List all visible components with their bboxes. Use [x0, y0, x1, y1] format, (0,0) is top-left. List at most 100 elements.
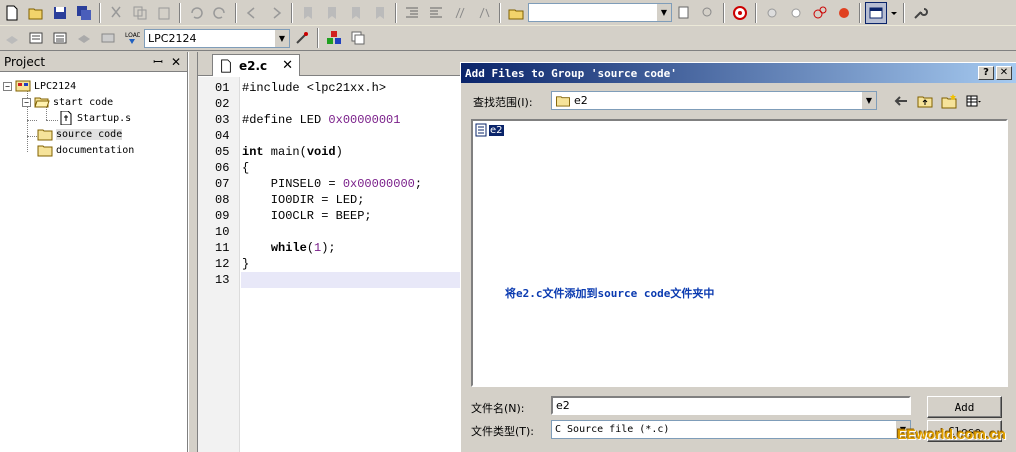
- file-extensions-icon[interactable]: [347, 27, 369, 49]
- rebuild-icon[interactable]: [49, 27, 71, 49]
- settings-wrench-icon[interactable]: [909, 2, 931, 24]
- filename-input[interactable]: e2: [551, 396, 911, 415]
- window-layout-icon[interactable]: [865, 1, 887, 24]
- tree-item-start-code[interactable]: − start code: [22, 94, 113, 110]
- folder-icon: [37, 145, 53, 157]
- tab-e2-c[interactable]: e2.c ✕: [212, 54, 300, 76]
- panel-splitter[interactable]: [188, 52, 198, 452]
- target-combo[interactable]: LPC2124 ▼: [144, 28, 290, 48]
- filetype-value: C Source file (*.c): [555, 424, 670, 435]
- breakpoint-insert-icon[interactable]: [761, 2, 783, 24]
- code-line: #define LED 0x00000001: [242, 113, 401, 127]
- nav-forward-icon[interactable]: [265, 2, 287, 24]
- editor-tabbar: e2.c ✕: [198, 52, 460, 76]
- cut-icon[interactable]: [105, 2, 127, 24]
- file-list-item[interactable]: e2: [475, 123, 504, 137]
- project-panel: Project ꟷ ✕ − LPC2124 − start code Start…: [0, 52, 188, 452]
- collapse-icon[interactable]: −: [3, 81, 12, 91]
- tree-item-label: Startup.s: [77, 112, 132, 124]
- c-file-icon: [221, 58, 231, 73]
- find-icon[interactable]: [673, 2, 695, 24]
- filetype-combo[interactable]: C Source file (*.c) ▼: [551, 420, 911, 439]
- folder-open-icon: [34, 97, 50, 108]
- toolbar-separator: [755, 2, 757, 23]
- tree-item-label: source code: [56, 128, 123, 140]
- breakpoint-enable-icon[interactable]: [785, 2, 807, 24]
- nav-back-icon[interactable]: [241, 2, 263, 24]
- code-line: #include <lpc21xx.h>: [242, 81, 387, 95]
- save-all-icon[interactable]: [73, 2, 95, 24]
- breakpoint-disable-icon[interactable]: [809, 2, 831, 24]
- line-number: 02: [215, 97, 230, 111]
- debug-start-icon[interactable]: [729, 2, 751, 24]
- open-folder-icon[interactable]: [25, 2, 47, 24]
- add-button[interactable]: Add: [927, 396, 1002, 418]
- file-list[interactable]: e2 将e2.c文件添加到source code文件夹中: [471, 119, 1008, 387]
- download-load-icon[interactable]: LOAD: [121, 27, 143, 49]
- target-options-icon[interactable]: [291, 27, 313, 49]
- chevron-down-icon[interactable]: [889, 2, 899, 24]
- find-in-files-icon[interactable]: [505, 2, 527, 24]
- toolbar-separator: [859, 2, 861, 23]
- paste-icon[interactable]: [153, 2, 175, 24]
- pin-icon[interactable]: ꟷ: [151, 53, 165, 70]
- redo-icon[interactable]: [209, 2, 231, 24]
- uncomment-icon[interactable]: [473, 2, 495, 24]
- save-icon[interactable]: [49, 2, 71, 24]
- dialog-titlebar: Add Files to Group 'source code' ? ✕: [461, 63, 1016, 83]
- undo-icon[interactable]: [185, 2, 207, 24]
- code-line-current: [241, 272, 460, 288]
- back-arrow-icon[interactable]: [890, 91, 912, 111]
- project-panel-title: Project: [4, 54, 46, 69]
- bookmark-next-icon[interactable]: [345, 2, 367, 24]
- batch-build-icon[interactable]: [73, 27, 95, 49]
- folder-icon: [37, 129, 53, 141]
- tree-line: [27, 136, 37, 137]
- new-folder-icon[interactable]: [938, 91, 960, 111]
- chevron-down-icon[interactable]: ▼: [274, 29, 289, 47]
- indent-icon[interactable]: [401, 2, 423, 24]
- tree-item-target[interactable]: − LPC2124: [3, 78, 76, 94]
- up-folder-icon[interactable]: [914, 91, 936, 111]
- bookmark-icon[interactable]: [297, 2, 319, 24]
- tree-item-documentation[interactable]: documentation: [37, 142, 134, 158]
- toolbar-separator: [317, 28, 319, 48]
- close-icon[interactable]: ✕: [169, 55, 183, 69]
- close-icon[interactable]: ✕: [282, 58, 293, 73]
- view-menu-icon[interactable]: [962, 91, 984, 111]
- build-icon[interactable]: [25, 27, 47, 49]
- new-file-icon[interactable]: [1, 2, 23, 24]
- unindent-icon[interactable]: [425, 2, 447, 24]
- stop-build-icon[interactable]: [97, 27, 119, 49]
- tree-item-startup-s[interactable]: Startup.s: [58, 110, 131, 126]
- comment-icon[interactable]: [449, 2, 471, 24]
- code-line: IO0DIR = LED;: [242, 193, 365, 207]
- code-line: }: [242, 257, 250, 271]
- line-number: 07: [215, 177, 230, 191]
- bookmark-clear-icon[interactable]: [369, 2, 391, 24]
- line-number: 03: [215, 113, 230, 127]
- collapse-icon[interactable]: −: [22, 97, 31, 107]
- find-combo[interactable]: ▼: [528, 3, 672, 22]
- target-combo-value: LPC2124: [148, 31, 197, 45]
- filename-label: 文件名(N):: [471, 402, 525, 415]
- look-in-combo[interactable]: e2 ▼: [551, 91, 877, 110]
- code-line: while(1);: [270, 241, 336, 255]
- tree-item-source-code[interactable]: source code: [37, 126, 123, 142]
- code-line: PINSEL0 = 0x00000000;: [242, 177, 423, 191]
- manage-components-icon[interactable]: [323, 27, 345, 49]
- code-editor[interactable]: #include <lpc21xx.h> #define LED 0x00000…: [241, 77, 460, 452]
- translate-icon[interactable]: [1, 27, 23, 49]
- project-panel-titlebar: Project ꟷ ✕: [0, 52, 187, 72]
- help-button[interactable]: ?: [978, 66, 994, 80]
- incremental-find-icon[interactable]: [697, 2, 719, 24]
- bookmark-prev-icon[interactable]: [321, 2, 343, 24]
- breakpoint-kill-icon[interactable]: [833, 2, 855, 24]
- copy-icon[interactable]: [129, 2, 151, 24]
- chevron-down-icon[interactable]: ▼: [861, 92, 876, 109]
- look-in-label: 查找范围(I):: [473, 96, 533, 109]
- toolbar-separator: [395, 2, 397, 23]
- close-icon[interactable]: ✕: [996, 66, 1012, 80]
- chevron-down-icon[interactable]: ▼: [656, 4, 671, 21]
